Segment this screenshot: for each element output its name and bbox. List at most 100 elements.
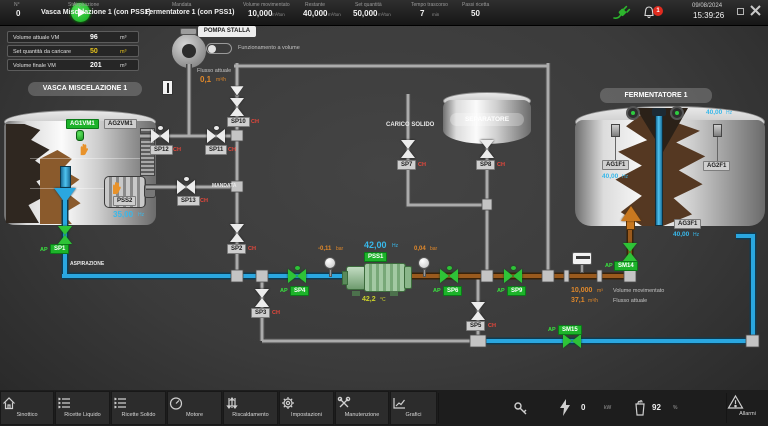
restante-unit: m³/ton: [328, 12, 341, 17]
nav-ricette-solido[interactable]: Ricette Solido: [111, 391, 166, 425]
nav-manutenzione[interactable]: Manutenzione: [335, 391, 389, 425]
valve-sp4[interactable]: [288, 269, 306, 283]
valve-sp2[interactable]: [230, 224, 244, 242]
valve-sp13[interactable]: [177, 180, 195, 194]
set-quantita-unit: m³/ton: [378, 12, 391, 17]
valve-sp3[interactable]: [255, 289, 269, 307]
pompa-stalla-flusso-value: 0,1: [200, 75, 211, 84]
close-button[interactable]: [749, 4, 762, 17]
sp13-state: CH: [200, 198, 208, 204]
scada-synoptic-screen: N° 0 Stato Aspirazione Vasca Miscelazion…: [0, 0, 768, 426]
sm15-state: AP: [548, 327, 556, 333]
power-unit: kW: [604, 405, 611, 411]
ag1f1-freq-value: 40,00: [602, 173, 618, 180]
pompa-stalla-flusso-unit: m³/h: [216, 77, 226, 83]
sm15-tag[interactable]: SM15: [558, 325, 582, 335]
nav-sinottico[interactable]: Sinottico: [0, 391, 54, 425]
sp7-tag[interactable]: SP7: [397, 160, 416, 170]
sp11-tag[interactable]: SP11: [205, 145, 227, 155]
home-icon: [1, 395, 53, 411]
pss1-tag[interactable]: PSS1: [364, 252, 387, 262]
fermentatore-freq-top-unit: Hz: [726, 110, 732, 116]
feed-bin-icon: [632, 398, 648, 417]
pressure-in-unit: bar: [336, 246, 343, 252]
pss1-temp-unit: °C: [380, 297, 386, 303]
mandata-pipe-label: MANDATA: [212, 183, 237, 189]
valve-sp6[interactable]: [440, 269, 458, 283]
aspirazione-pipe-label: ASPIRAZIONE: [70, 261, 104, 267]
sp4-state: AP: [280, 288, 288, 294]
sp2-tag[interactable]: SP2: [227, 244, 246, 254]
recipe-list-icon: [56, 395, 109, 411]
sm14-tag[interactable]: SM14: [614, 261, 638, 271]
recipe-list-icon: [112, 395, 165, 411]
sp1-tag[interactable]: SP1: [50, 244, 69, 254]
pss1-motor-body[interactable]: [364, 263, 406, 292]
sp3-tag[interactable]: SP3: [251, 308, 270, 318]
nav-impostazioni[interactable]: Impostazioni: [279, 391, 334, 425]
key-icon[interactable]: [512, 400, 529, 417]
valve-sp11[interactable]: [207, 129, 225, 143]
pss2-frequency-unit: Hz: [138, 212, 144, 218]
sp10-tag[interactable]: SP10: [227, 117, 250, 127]
pss1-freq-unit: Hz: [392, 243, 398, 249]
nav-allarmi[interactable]: Allarmi: [727, 391, 768, 425]
passi-value: 50: [471, 9, 480, 18]
valve-sp5[interactable]: [471, 302, 485, 320]
pressure-in-value: -0,11: [318, 246, 331, 252]
pompa-stalla-flusso-label: Flusso attuale: [197, 68, 231, 74]
flow-meter-display[interactable]: [572, 252, 592, 265]
feed-arrow-stem: [626, 220, 635, 230]
nav-riscaldamento[interactable]: Riscaldamento: [223, 391, 278, 425]
aspirazione-value: Vasca Miscelazione 1 (con PSS1): [41, 9, 151, 16]
power-value: 0: [581, 403, 585, 412]
pressure-gauge[interactable]: [324, 257, 336, 269]
level-unit: %: [673, 405, 677, 411]
pss1-end-cap: [404, 266, 412, 289]
valve-sm15[interactable]: [563, 334, 581, 348]
sp9-state: AP: [497, 288, 505, 294]
sp6-tag[interactable]: SP6: [443, 286, 462, 296]
bottom-navigation-bar: Sinottico Ricette Liquido Ricette Solido…: [0, 390, 768, 426]
valve-sp12[interactable]: [151, 129, 169, 143]
valve-sp8[interactable]: [480, 140, 494, 158]
valve-sp9[interactable]: [504, 269, 522, 283]
sp9-tag[interactable]: SP9: [507, 286, 526, 296]
sliders-icon: [224, 395, 277, 411]
valve-sm14[interactable]: [623, 243, 637, 261]
pressure-out-unit: bar: [430, 246, 437, 252]
pss1-inlet-flange: [342, 271, 348, 285]
maximize-button[interactable]: [737, 8, 744, 15]
power-plug-icon: [612, 4, 632, 20]
chart-icon: [391, 395, 436, 411]
col-volume-header: Volume movimentato: [243, 2, 290, 8]
col-mandata-header: Mandata: [172, 2, 191, 8]
pss1-pump-head[interactable]: [346, 266, 366, 290]
valve-sp7[interactable]: [401, 140, 415, 158]
nav-motore[interactable]: Motore: [167, 391, 222, 425]
pressure-out-value: 0,04: [414, 246, 426, 252]
alarm-count-badge[interactable]: 1: [653, 6, 663, 16]
time-label: 15:39:26: [693, 11, 724, 20]
carico-solido-label: CARICO SOLIDO: [386, 122, 434, 128]
col-set-header: Set quantità: [355, 2, 382, 8]
sp4-tag[interactable]: SP4: [290, 286, 309, 296]
tempo-value: 7: [420, 9, 424, 18]
pss1-temp-value: 42,2: [362, 296, 376, 303]
sp13-tag[interactable]: SP13: [177, 196, 200, 206]
sp5-tag[interactable]: SP5: [466, 321, 485, 331]
nav-ricette-liquido[interactable]: Ricette Liquido: [55, 391, 110, 425]
funzionamento-volume-toggle[interactable]: [206, 43, 232, 54]
power-bolt-icon: [558, 398, 572, 417]
valve-sp10[interactable]: [230, 98, 244, 116]
tools-icon: [336, 395, 388, 411]
pressure-gauge[interactable]: [418, 257, 430, 269]
sp8-tag[interactable]: SP8: [476, 160, 495, 170]
ag3f1-freq-value: 40,00: [673, 231, 689, 238]
valve-sp1[interactable]: [58, 226, 72, 244]
volume-movimentato-value: 10,000: [248, 9, 272, 18]
sp12-tag[interactable]: SP12: [150, 145, 173, 155]
nav-grafici[interactable]: Grafici: [390, 391, 437, 425]
flow-volume-unit: m³: [597, 288, 603, 294]
col-aspirazione-header: Aspirazione: [73, 2, 99, 8]
